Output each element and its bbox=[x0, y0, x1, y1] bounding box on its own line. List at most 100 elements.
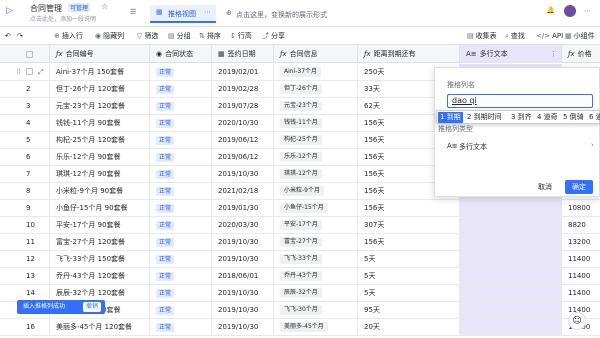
row-index-cell[interactable]: 6 bbox=[0, 149, 50, 165]
table-row[interactable]: 12 飞飞-33个月 150套餐 正常 2019/10/30 飞飞-33个月 5天 1140… bbox=[0, 251, 600, 268]
status-cell[interactable]: 正常 bbox=[150, 302, 212, 318]
select-all-cell[interactable] bbox=[0, 45, 50, 63]
contract-id-cell[interactable]: 但丁-26个月 120套餐 bbox=[50, 81, 150, 97]
ime-candidate[interactable]: 5 倒骑 bbox=[563, 112, 584, 123]
status-cell[interactable]: 正常 bbox=[150, 183, 212, 199]
info-cell[interactable]: 飞飞-33个月 bbox=[274, 251, 358, 267]
contract-id-cell[interactable]: 美丽多-45个月 120套餐 bbox=[50, 319, 150, 335]
contract-id-cell[interactable]: 飞飞-33个月 150套餐 bbox=[50, 251, 150, 267]
contract-id-cell[interactable]: 构杞-25个月 120套餐 bbox=[50, 132, 150, 148]
status-cell[interactable]: 正常 bbox=[150, 285, 212, 301]
status-cell[interactable]: 正常 bbox=[150, 319, 212, 335]
row-index-cell[interactable]: 5 bbox=[0, 132, 50, 148]
tab-grid-view[interactable]: ▦ 推格视图 ⋯ bbox=[150, 5, 216, 23]
app-title[interactable]: 合同管理 bbox=[30, 3, 62, 14]
row-index-cell[interactable]: 3 bbox=[0, 98, 50, 114]
column-header-info[interactable]: ƒx 合同信息 bbox=[274, 45, 358, 63]
price-cell[interactable]: 11400 bbox=[562, 251, 600, 267]
date-cell[interactable]: 2019/10/30 bbox=[212, 234, 274, 250]
confirm-button[interactable]: 确定 bbox=[565, 180, 593, 194]
date-cell[interactable]: 2021/02/18 bbox=[212, 183, 274, 199]
redo-icon[interactable]: ↷ bbox=[17, 31, 23, 42]
add-view-link[interactable]: 点击这里，变换新的展示形式 bbox=[236, 10, 327, 20]
ime-candidate[interactable]: 1 到期 bbox=[438, 112, 463, 123]
info-cell[interactable]: 平安-17个月 bbox=[274, 217, 358, 233]
row-index-cell[interactable]: 10 bbox=[0, 217, 50, 233]
star-icon[interactable]: ☆ bbox=[101, 2, 108, 11]
sidebar-toggle-icon[interactable]: ☰ bbox=[130, 8, 136, 16]
contract-id-cell[interactable]: 小米粒-9个月 90套餐 bbox=[50, 183, 150, 199]
row-index-cell[interactable]: ⠿ ⤢ bbox=[0, 64, 50, 80]
date-cell[interactable]: 2019/10/30 bbox=[212, 251, 274, 267]
filter-button[interactable]: ▽ 筛选 bbox=[137, 31, 158, 42]
multiline-cell[interactable] bbox=[460, 251, 562, 267]
contract-id-cell[interactable]: 乐乐-12个月 90套餐 bbox=[50, 149, 150, 165]
contract-id-cell[interactable]: 乔丹-43个月 120套餐 bbox=[50, 268, 150, 284]
date-cell[interactable]: 2020/03/30 bbox=[212, 217, 274, 233]
multiline-cell[interactable] bbox=[460, 268, 562, 284]
row-height-button[interactable]: ↕ 行高 bbox=[230, 31, 252, 42]
ime-candidate[interactable]: 4 道奇 bbox=[537, 112, 558, 123]
row-index-cell[interactable]: 2 bbox=[0, 81, 50, 97]
select-all-checkbox[interactable] bbox=[26, 50, 33, 58]
row-index-cell[interactable]: 13 bbox=[0, 268, 50, 284]
status-cell[interactable]: 正常 bbox=[150, 234, 212, 250]
share-button[interactable]: ⤴ 分享 bbox=[262, 31, 285, 42]
row-index-cell[interactable]: 12 bbox=[0, 251, 50, 267]
price-cell[interactable]: 13200 bbox=[562, 234, 600, 250]
row-index-cell[interactable]: 11 bbox=[0, 234, 50, 250]
table-row[interactable]: 11 富宝-27个月 120套餐 正常 2019/10/30 富宝-27个月 156天 13… bbox=[0, 234, 600, 251]
row-index-cell[interactable]: 9 bbox=[0, 200, 50, 216]
date-cell[interactable]: 2019/06/12 bbox=[212, 132, 274, 148]
column-more-icon[interactable]: ⋮ bbox=[550, 45, 557, 63]
contract-id-cell[interactable]: 元宝-23个月 120套餐 bbox=[50, 98, 150, 114]
info-cell[interactable]: Aini-37个月 bbox=[274, 64, 358, 80]
status-cell[interactable]: 正常 bbox=[150, 200, 212, 216]
info-cell[interactable]: 飞飞-30个月 bbox=[274, 302, 358, 318]
table-row[interactable]: 16美丽多-45个月 120套餐正常2019/10/30美丽多-45个月20天1… bbox=[0, 319, 600, 336]
info-cell[interactable]: 构杞-25个月 bbox=[274, 132, 358, 148]
contract-id-cell[interactable]: Aini-37个月 150套餐 bbox=[50, 64, 150, 80]
multiline-cell[interactable] bbox=[460, 319, 562, 335]
drag-handle-icon[interactable]: ⠿ bbox=[16, 64, 21, 80]
more-menu-icon[interactable]: ⋯ bbox=[584, 7, 591, 15]
date-cell[interactable]: 2019/10/30 bbox=[212, 166, 274, 182]
multiline-cell[interactable] bbox=[460, 217, 562, 233]
info-cell[interactable]: 小鱼仔-15个月 bbox=[274, 200, 358, 216]
info-cell[interactable]: 小米粒-9个月 bbox=[274, 183, 358, 199]
days-left-cell[interactable]: 20天 bbox=[358, 319, 460, 335]
multiline-cell[interactable] bbox=[460, 302, 562, 318]
status-cell[interactable]: 正常 bbox=[150, 251, 212, 267]
column-header-id[interactable]: ƒx 合同编号 bbox=[50, 45, 150, 63]
avatar[interactable] bbox=[564, 5, 576, 17]
info-cell[interactable]: 乔丹-43个月 bbox=[274, 268, 358, 284]
undo-icon[interactable]: ↶ bbox=[5, 31, 11, 42]
status-cell[interactable]: 正常 bbox=[150, 132, 212, 148]
row-index-cell[interactable]: 4 bbox=[0, 115, 50, 131]
status-cell[interactable]: 正常 bbox=[150, 98, 212, 114]
bell-icon[interactable]: 🔔 bbox=[546, 6, 555, 14]
price-cell[interactable]: 11400 bbox=[562, 285, 600, 301]
multiline-cell[interactable] bbox=[460, 200, 562, 216]
status-cell[interactable]: 正常 bbox=[150, 64, 212, 80]
ime-candidate[interactable]: 2 到期时间 bbox=[467, 112, 502, 123]
column-header-days-left[interactable]: ƒx 距离到期还有 bbox=[358, 45, 460, 63]
sort-button[interactable]: ⇅ 排序 bbox=[199, 31, 221, 42]
info-cell[interactable]: 富宝-27个月 bbox=[274, 234, 358, 250]
status-cell[interactable]: 正常 bbox=[150, 81, 212, 97]
column-header-multiline[interactable]: A≡ 多行文本 ⋮ bbox=[460, 45, 562, 63]
row-checkbox[interactable] bbox=[26, 68, 33, 75]
days-left-cell[interactable]: 156天 bbox=[358, 200, 460, 216]
date-cell[interactable]: 2019/07/28 bbox=[212, 98, 274, 114]
row-index-cell[interactable]: 14 bbox=[0, 285, 50, 301]
info-cell[interactable]: 辰辰-32个月 bbox=[274, 285, 358, 301]
date-cell[interactable]: 2018/06/01 bbox=[212, 268, 274, 284]
form-button[interactable]: ▤ 收集表 bbox=[467, 31, 497, 42]
table-row[interactable]: 10 平安-17个月 90套餐 正常 2020/03/30 平安-17个月 307天 882… bbox=[0, 217, 600, 234]
date-cell[interactable]: 2019/06/12 bbox=[212, 149, 274, 165]
insert-row-button[interactable]: ⊕ 插入行 bbox=[54, 31, 83, 42]
date-cell[interactable]: 2020/10/30 bbox=[212, 115, 274, 131]
row-index-cell[interactable]: 16 bbox=[0, 319, 50, 335]
date-cell[interactable]: 2019/01/30 bbox=[212, 200, 274, 216]
table-row[interactable]: 9 小鱼仔-15个月 90套餐 正常 2019/01/30 小鱼仔-15个月 156天 10… bbox=[0, 200, 600, 217]
